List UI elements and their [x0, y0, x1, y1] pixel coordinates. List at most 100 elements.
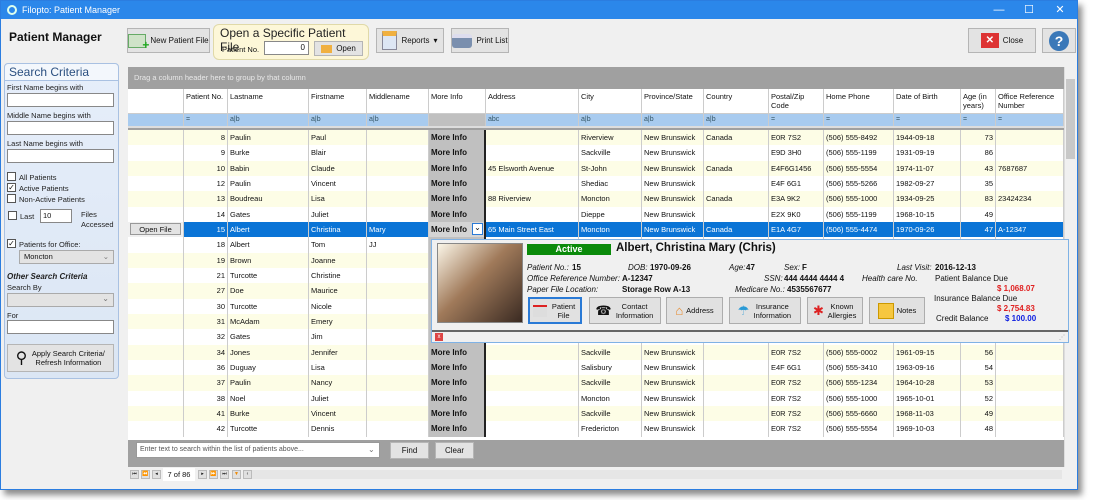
non-active-patients-checkbox[interactable]	[7, 194, 16, 203]
column-header[interactable]	[128, 89, 184, 113]
row-selector[interactable]	[128, 421, 184, 437]
row-selector[interactable]	[128, 329, 184, 345]
apply-search-button[interactable]: ⚲ Apply Search Criteria/ Refresh Informa…	[7, 344, 114, 372]
scroll-thumb[interactable]	[1066, 79, 1075, 159]
open-button[interactable]: Open	[314, 41, 363, 56]
help-button[interactable]: ?	[1042, 28, 1076, 53]
column-filter[interactable]: =	[894, 114, 961, 126]
active-patients-checkbox[interactable]: ✓	[7, 183, 16, 192]
row-selector[interactable]	[128, 175, 184, 192]
row-selector[interactable]	[128, 344, 184, 360]
last-name-input[interactable]	[7, 149, 114, 163]
row-selector[interactable]	[128, 237, 184, 253]
column-header[interactable]: Home Phone	[824, 89, 894, 113]
address-button[interactable]: ⌂ Address	[666, 297, 723, 324]
column-header[interactable]: Patient No.	[184, 89, 228, 113]
prev-page-icon[interactable]: ⏪	[141, 470, 150, 479]
column-filter[interactable]: a|b	[228, 114, 309, 126]
row-selector[interactable]	[128, 313, 184, 330]
table-row[interactable]: 14 Gates Juliet More Info Dieppe New Brunswic…	[128, 206, 1064, 222]
row-selector[interactable]	[128, 252, 184, 268]
column-header[interactable]: Age (in years)	[961, 89, 996, 113]
column-filter[interactable]: a|b	[642, 114, 704, 126]
more-info-cell[interactable]: More Info	[429, 344, 486, 360]
row-selector[interactable]	[128, 206, 184, 222]
row-selector[interactable]	[128, 160, 184, 176]
grid-search-input[interactable]: Enter text to search within the list of …	[136, 442, 380, 458]
column-header[interactable]: Office Reference Number	[996, 89, 1064, 113]
scroll-left-icon[interactable]: ‹	[243, 470, 252, 479]
column-filter[interactable]: =	[184, 114, 228, 126]
more-info-cell[interactable]: More Info	[429, 130, 486, 146]
column-header[interactable]: Postal/Zip Code	[769, 89, 824, 113]
column-filter[interactable]: =	[996, 114, 1064, 126]
popup-close-button[interactable]: x	[435, 333, 443, 341]
middle-name-input[interactable]	[7, 121, 114, 135]
column-filter[interactable]: a|b	[309, 114, 367, 126]
table-row[interactable]: 12 Paulin Vincent More Info Shediac New Bruns…	[128, 175, 1064, 192]
find-button[interactable]: Find	[390, 442, 429, 459]
filter-icon[interactable]: ▼	[232, 470, 241, 479]
column-header[interactable]: Firstname	[309, 89, 367, 113]
column-header[interactable]: More Info	[429, 89, 486, 113]
row-selector[interactable]	[128, 267, 184, 284]
reports-button[interactable]: Reports ▾	[376, 28, 444, 53]
column-filter[interactable]: =	[824, 114, 894, 126]
office-select[interactable]: Moncton ⌄	[19, 250, 114, 264]
more-info-cell[interactable]: More Info	[429, 405, 486, 422]
more-info-cell[interactable]: More Info ⌄	[429, 221, 486, 238]
row-selector[interactable]	[128, 145, 184, 161]
all-patients-checkbox[interactable]	[7, 172, 16, 181]
known-allergies-button[interactable]: ✱ Known Allergies	[807, 297, 863, 324]
row-selector[interactable]: Open File	[128, 221, 184, 238]
table-row[interactable]: 9 Burke Blair More Info Sackville New Brunswi…	[128, 145, 1064, 161]
first-name-input[interactable]	[7, 93, 114, 107]
column-header[interactable]: Middlename	[367, 89, 429, 113]
row-selector[interactable]	[128, 298, 184, 314]
column-filter[interactable]: =	[961, 114, 996, 126]
row-selector[interactable]	[128, 130, 184, 146]
column-filter[interactable]: abc	[486, 114, 579, 126]
row-selector[interactable]	[128, 390, 184, 406]
next-record-icon[interactable]: ▸	[198, 470, 207, 479]
clear-button[interactable]: Clear	[435, 442, 474, 459]
new-patient-file-button[interactable]: + New Patient File	[127, 28, 210, 53]
last-files-checkbox[interactable]	[8, 211, 17, 220]
table-row[interactable]: 8 Paulin Paul More Info Riverview New Brunswi…	[128, 130, 1064, 146]
more-info-cell[interactable]: More Info	[429, 421, 486, 437]
notes-button[interactable]: Notes	[869, 297, 925, 324]
window-close-button[interactable]: ✕	[1044, 1, 1076, 19]
for-input[interactable]	[7, 320, 114, 334]
last-page-icon[interactable]: ⏭	[220, 470, 229, 479]
column-filter[interactable]	[128, 114, 184, 126]
print-list-button[interactable]: Print List	[451, 28, 509, 53]
more-info-cell[interactable]: More Info	[429, 145, 486, 161]
row-selector[interactable]	[128, 375, 184, 391]
column-header[interactable]: Address	[486, 89, 579, 113]
first-page-icon[interactable]: ⏮	[130, 470, 139, 479]
table-row[interactable]: 10 Babin Claude More Info 45 Elsworth Avenue…	[128, 160, 1064, 176]
table-row[interactable]: 38 Noel Juliet More Info Moncton New Brunswic…	[128, 390, 1064, 406]
row-selector[interactable]	[128, 359, 184, 376]
patient-file-button[interactable]: Patient File	[528, 297, 582, 324]
table-row[interactable]: 34 Jones Jennifer More Info Sackville New Bru…	[128, 344, 1064, 360]
column-header[interactable]: Country	[704, 89, 769, 113]
row-selector[interactable]	[128, 283, 184, 299]
contact-information-button[interactable]: ☎ Contact Information	[589, 297, 661, 324]
row-selector[interactable]	[128, 405, 184, 422]
chevron-down-icon[interactable]: ⌄	[472, 222, 483, 235]
column-header[interactable]: Province/State	[642, 89, 704, 113]
table-row[interactable]: 36 Duguay Lisa More Info Salisbury New Brunsw…	[128, 359, 1064, 376]
table-row[interactable]: 37 Paulin Nancy More Info Sackville New Bruns…	[128, 375, 1064, 391]
next-page-icon[interactable]: ⏩	[209, 470, 218, 479]
more-info-cell[interactable]: More Info	[429, 175, 486, 192]
column-filter[interactable]: a|b	[579, 114, 642, 126]
more-info-cell[interactable]: More Info	[429, 375, 486, 391]
table-row[interactable]: 42 Turcotte Dennis More Info Fredericton New …	[128, 421, 1064, 437]
resize-grip-icon[interactable]: ⋰	[1059, 334, 1065, 341]
more-info-cell[interactable]: More Info	[429, 359, 486, 376]
column-header[interactable]: City	[579, 89, 642, 113]
table-row[interactable]: Open File 15 Albert Christina Mary More Info ⌄…	[128, 221, 1064, 238]
page-indicator[interactable]: 7 of 86	[163, 468, 195, 481]
insurance-information-button[interactable]: ☂ Insurance Information	[729, 297, 801, 324]
